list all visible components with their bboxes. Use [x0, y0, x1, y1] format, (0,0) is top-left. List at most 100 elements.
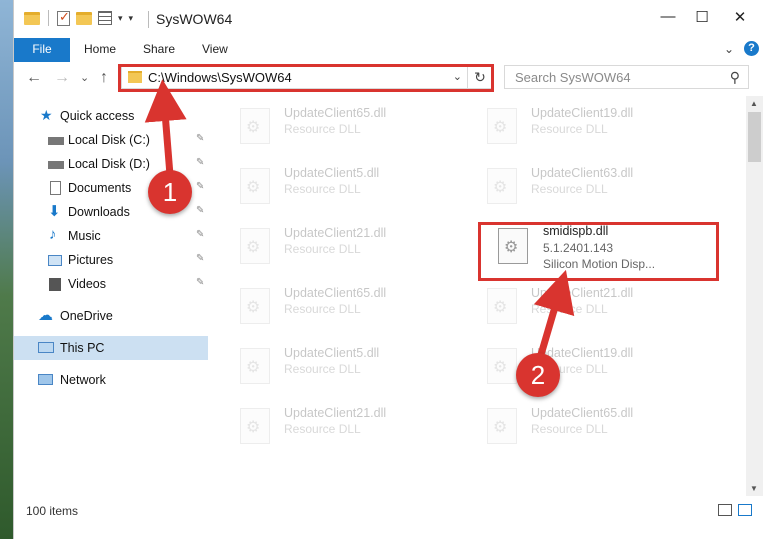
file-name: UpdateClient21.dll — [284, 406, 387, 420]
file-name: UpdateClient21.dll — [531, 286, 634, 300]
sidebar-item-music[interactable]: ♪ Music ✎ — [14, 224, 210, 248]
scrollbar-thumb[interactable] — [748, 112, 761, 162]
file-description: Resource DLL — [284, 362, 361, 376]
sidebar-item-network[interactable]: Network — [14, 368, 210, 392]
dll-file-icon — [240, 288, 270, 324]
star-icon: ★ — [40, 107, 53, 123]
sidebar-item-label: Downloads — [68, 205, 130, 219]
list-item[interactable]: UpdateClient21.dll Resource DLL — [210, 400, 430, 448]
quick-access-toolbar: ▾ ▾ — [24, 9, 134, 26]
pin-icon[interactable]: ✎ — [196, 133, 204, 144]
drive-icon — [48, 137, 64, 145]
vertical-scrollbar[interactable]: ▲ ▼ — [746, 96, 763, 496]
music-icon: ♪ — [49, 226, 57, 243]
close-button[interactable]: ✕ — [720, 8, 760, 26]
new-folder-icon[interactable] — [76, 11, 92, 25]
file-name: UpdateClient65.dll — [284, 286, 387, 300]
sidebar-item-label: Quick access — [60, 109, 135, 123]
tab-file[interactable]: File — [14, 38, 70, 62]
file-description: Resource DLL — [284, 302, 361, 316]
large-icons-view-icon[interactable] — [738, 504, 752, 516]
chevron-down-icon[interactable]: ▾ — [118, 13, 123, 24]
window-title: SysWOW64 — [156, 11, 233, 27]
network-icon — [38, 374, 53, 385]
file-description: Resource DLL — [284, 242, 361, 256]
search-icon: ⚲ — [729, 69, 740, 85]
help-icon[interactable]: ? — [744, 41, 759, 56]
file-description: Resource DLL — [284, 122, 361, 136]
search-box[interactable]: Search SysWOW64 ⚲ — [504, 65, 749, 89]
tab-share[interactable]: Share — [143, 42, 175, 56]
file-name: UpdateClient65.dll — [531, 406, 634, 420]
file-name: UpdateClient65.dll — [284, 106, 387, 120]
dll-file-icon — [487, 408, 517, 444]
file-description: Resource DLL — [531, 302, 608, 316]
toolbar-divider — [48, 10, 49, 26]
dll-file-icon — [240, 228, 270, 264]
pin-icon[interactable]: ✎ — [196, 253, 204, 264]
sidebar-item-local-disk-c[interactable]: Local Disk (C:) ✎ — [14, 128, 210, 152]
list-item[interactable]: UpdateClient63.dll Resource DLL — [457, 160, 677, 208]
pin-icon[interactable]: ✎ — [196, 157, 204, 168]
status-bar: 100 items — [14, 498, 769, 522]
maximize-button[interactable]: ☐ — [682, 8, 722, 26]
file-description: Resource DLL — [284, 422, 361, 436]
navigation-pane: ★ Quick access Local Disk (C:) ✎ Local D… — [14, 96, 210, 496]
sidebar-item-pictures[interactable]: Pictures ✎ — [14, 248, 210, 272]
list-item[interactable]: UpdateClient65.dll Resource DLL — [210, 280, 430, 328]
file-name: UpdateClient5.dll — [284, 346, 380, 360]
videos-icon — [49, 278, 61, 291]
sidebar-item-label: Local Disk (D:) — [68, 157, 150, 171]
download-icon: ⬇ — [48, 203, 61, 220]
list-item[interactable]: UpdateClient21.dll Resource DLL — [457, 280, 677, 328]
list-item[interactable]: UpdateClient5.dll Resource DLL — [210, 340, 430, 388]
customize-toolbar-icon[interactable]: ▾ — [129, 13, 134, 24]
scroll-up-icon[interactable]: ▲ — [750, 99, 758, 108]
list-item[interactable]: UpdateClient19.dll Resource DLL — [457, 340, 677, 388]
sidebar-item-this-pc[interactable]: This PC — [14, 336, 208, 360]
search-input[interactable]: Search SysWOW64 — [515, 70, 631, 85]
sidebar-item-quick-access[interactable]: ★ Quick access — [14, 104, 210, 128]
properties-check-icon[interactable] — [57, 9, 70, 26]
sidebar-item-label: Network — [60, 373, 106, 387]
file-description: Resource DLL — [531, 422, 608, 436]
dll-file-icon — [487, 108, 517, 144]
title-bar: ▾ ▾ SysWOW64 — ☐ ✕ — [14, 0, 769, 38]
sidebar-item-label: Pictures — [68, 253, 114, 267]
dll-file-icon — [240, 108, 270, 144]
forward-arrow-icon[interactable]: → — [54, 69, 70, 87]
sidebar-item-label: Documents — [68, 181, 132, 195]
sidebar-item-label: Music — [68, 229, 101, 243]
up-arrow-icon[interactable]: ↑ — [100, 69, 108, 87]
file-name: UpdateClient19.dll — [531, 106, 634, 120]
pin-icon[interactable]: ✎ — [196, 277, 204, 288]
cloud-icon: ☁ — [38, 307, 53, 324]
scroll-down-icon[interactable]: ▼ — [750, 484, 758, 493]
ribbon-tabs: File Home Share View ⌄ ? — [14, 38, 769, 63]
file-description: Resource DLL — [531, 182, 608, 196]
view-options-icon[interactable] — [98, 11, 112, 25]
folder-icon[interactable] — [24, 11, 40, 25]
dll-file-icon — [487, 348, 517, 384]
list-item[interactable]: UpdateClient5.dll Resource DLL — [210, 160, 430, 208]
details-view-icon[interactable] — [718, 504, 732, 516]
sidebar-item-onedrive[interactable]: ☁ OneDrive — [14, 304, 210, 328]
expand-ribbon-icon[interactable]: ⌄ — [724, 42, 734, 56]
pin-icon[interactable]: ✎ — [196, 205, 204, 216]
list-item[interactable]: UpdateClient65.dll Resource DLL — [210, 100, 430, 148]
pin-icon[interactable]: ✎ — [196, 181, 204, 192]
tab-home[interactable]: Home — [84, 42, 116, 56]
title-divider — [148, 11, 149, 28]
list-item[interactable]: UpdateClient21.dll Resource DLL — [210, 220, 430, 268]
back-arrow-icon[interactable]: ← — [26, 69, 42, 87]
recent-locations-icon[interactable]: ⌄ — [80, 71, 89, 84]
pin-icon[interactable]: ✎ — [196, 229, 204, 240]
tab-view[interactable]: View — [202, 42, 228, 56]
list-item[interactable]: UpdateClient65.dll Resource DLL — [457, 400, 677, 448]
sidebar-item-videos[interactable]: Videos ✎ — [14, 272, 210, 296]
address-highlight-box — [118, 64, 494, 92]
sidebar-item-label: This PC — [60, 341, 105, 355]
sidebar-item-label: Videos — [68, 277, 106, 291]
list-item[interactable]: UpdateClient19.dll Resource DLL — [457, 100, 677, 148]
dll-file-icon — [240, 408, 270, 444]
